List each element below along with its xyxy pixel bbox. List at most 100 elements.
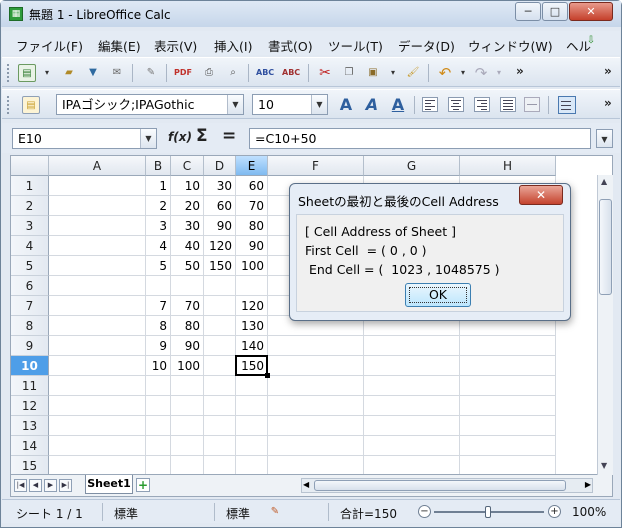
cell-C3[interactable]: 30 xyxy=(171,216,204,236)
align-left-icon[interactable] xyxy=(422,97,438,112)
row-header[interactable]: 2 xyxy=(11,196,49,216)
cell-E3[interactable]: 80 xyxy=(236,216,268,236)
maximize-button[interactable]: □ xyxy=(542,2,568,21)
cell-C2[interactable]: 20 xyxy=(171,196,204,216)
paste-dropdown-icon[interactable]: ▾ xyxy=(384,64,402,82)
menu-data[interactable]: データ(D) xyxy=(398,36,455,55)
menu-view[interactable]: 表示(V) xyxy=(154,36,197,55)
toolbar-grip[interactable] xyxy=(7,96,11,114)
scroll-right-icon[interactable]: ▶ xyxy=(585,480,591,489)
row-header[interactable]: 10 xyxy=(11,356,49,376)
next-sheet-icon[interactable]: ▶ xyxy=(44,479,57,492)
prev-sheet-icon[interactable]: ◀ xyxy=(29,479,42,492)
cell-D2[interactable]: 60 xyxy=(204,196,236,216)
paste-icon[interactable]: ▣ xyxy=(364,64,382,82)
column-header[interactable]: H xyxy=(460,156,556,176)
copy-icon[interactable]: ❐ xyxy=(340,64,358,82)
font-size-select[interactable]: 10 ▼ xyxy=(252,94,328,115)
minimize-button[interactable]: ─ xyxy=(515,2,541,21)
row-header[interactable]: 5 xyxy=(11,256,49,276)
name-box[interactable]: E10 ▼ xyxy=(12,128,157,149)
cell-B9[interactable]: 9 xyxy=(146,336,171,356)
cell-B1[interactable]: 1 xyxy=(146,176,171,196)
column-header[interactable]: B xyxy=(146,156,171,176)
horizontal-scrollbar[interactable]: ◀ ▶ xyxy=(301,478,593,493)
page-style-status[interactable]: 標準 xyxy=(114,505,138,522)
cell-C10[interactable]: 100 xyxy=(171,356,204,376)
row-header[interactable]: 9 xyxy=(11,336,49,356)
print-icon[interactable]: ⎙ xyxy=(200,64,218,82)
cell-D1[interactable]: 30 xyxy=(204,176,236,196)
cut-icon[interactable]: ✂ xyxy=(316,64,334,82)
chevron-down-icon[interactable]: ▼ xyxy=(227,95,243,114)
column-header[interactable]: A xyxy=(49,156,146,176)
cell-B5[interactable]: 5 xyxy=(146,256,171,276)
italic-button[interactable]: A xyxy=(362,96,382,114)
row-header[interactable]: 15 xyxy=(11,456,49,474)
row-header[interactable]: 14 xyxy=(11,436,49,456)
sheet-tab[interactable]: Sheet1 xyxy=(85,475,133,494)
cell-D3[interactable]: 90 xyxy=(204,216,236,236)
align-center-icon[interactable] xyxy=(448,97,464,112)
cell-B2[interactable]: 2 xyxy=(146,196,171,216)
font-name-select[interactable]: IPAゴシック;IPAGothic ▼ xyxy=(56,94,244,115)
zoom-level[interactable]: 100% xyxy=(572,505,606,519)
cell-C5[interactable]: 50 xyxy=(171,256,204,276)
menu-window[interactable]: ウィンドウ(W) xyxy=(468,36,553,55)
column-header[interactable]: C xyxy=(171,156,204,176)
toolbar-overflow-button-2[interactable]: » xyxy=(604,64,612,78)
spellcheck-icon[interactable]: ABC xyxy=(256,64,274,82)
cell-D4[interactable]: 120 xyxy=(204,236,236,256)
sum-icon[interactable]: Σ xyxy=(196,126,208,146)
toolbar-grip[interactable] xyxy=(7,64,11,82)
merge-cells-icon[interactable] xyxy=(524,97,540,112)
cell-B10[interactable]: 10 xyxy=(146,356,171,376)
cell-B4[interactable]: 4 xyxy=(146,236,171,256)
chevron-down-icon[interactable]: ▼ xyxy=(140,129,156,148)
vertical-scroll-thumb[interactable] xyxy=(599,199,612,295)
cell-E2[interactable]: 70 xyxy=(236,196,268,216)
cell-C9[interactable]: 90 xyxy=(171,336,204,356)
clone-formatting-icon[interactable]: 🖌 xyxy=(404,64,422,82)
justify-icon[interactable] xyxy=(500,97,516,112)
menu-format[interactable]: 書式(O) xyxy=(268,36,313,55)
export-pdf-icon[interactable]: PDF xyxy=(174,64,192,82)
email-icon[interactable]: ✉ xyxy=(108,64,126,82)
vertical-scrollbar[interactable]: ▲ ▼ xyxy=(597,175,613,475)
cell-C4[interactable]: 40 xyxy=(171,236,204,256)
cell-B8[interactable]: 8 xyxy=(146,316,171,336)
toolbar-overflow-button-3[interactable]: » xyxy=(604,96,612,110)
column-header[interactable]: G xyxy=(364,156,460,176)
column-header[interactable]: F xyxy=(268,156,364,176)
selection-mode-status[interactable]: 標準 xyxy=(226,505,250,522)
styles-icon[interactable]: ▤ xyxy=(22,96,40,114)
undo-dropdown-icon[interactable]: ▾ xyxy=(454,64,472,82)
first-sheet-icon[interactable]: |◀ xyxy=(14,479,27,492)
autospellcheck-icon[interactable]: ABC xyxy=(282,64,300,82)
new-document-icon[interactable]: ▤ xyxy=(18,64,36,82)
row-header[interactable]: 11 xyxy=(11,376,49,396)
horizontal-scroll-thumb[interactable] xyxy=(314,480,566,491)
select-all-corner[interactable] xyxy=(11,156,49,176)
function-wizard-icon[interactable]: f(x) xyxy=(168,130,192,144)
equals-icon[interactable]: = xyxy=(222,126,236,146)
scroll-down-icon[interactable]: ▼ xyxy=(601,461,607,470)
scroll-left-icon[interactable]: ◀ xyxy=(303,480,309,489)
cell-E1[interactable]: 60 xyxy=(236,176,268,196)
open-folder-icon[interactable]: ▰ xyxy=(60,64,78,82)
ok-button[interactable]: OK xyxy=(405,283,471,307)
row-header[interactable]: 6 xyxy=(11,276,49,296)
cell-E5[interactable]: 100 xyxy=(236,256,268,276)
cell-C7[interactable]: 70 xyxy=(171,296,204,316)
add-sheet-icon[interactable]: + xyxy=(136,478,150,492)
cell-E7[interactable]: 120 xyxy=(236,296,268,316)
zoom-slider-knob[interactable] xyxy=(485,506,491,518)
toolbar-overflow-button[interactable]: » xyxy=(516,64,524,78)
cell-C1[interactable]: 10 xyxy=(171,176,204,196)
formula-input[interactable]: =C10+50 xyxy=(249,128,591,149)
row-header[interactable]: 13 xyxy=(11,416,49,436)
row-header[interactable]: 1 xyxy=(11,176,49,196)
cell-B7[interactable]: 7 xyxy=(146,296,171,316)
cell-E8[interactable]: 130 xyxy=(236,316,268,336)
zoom-in-icon[interactable]: + xyxy=(548,505,561,518)
